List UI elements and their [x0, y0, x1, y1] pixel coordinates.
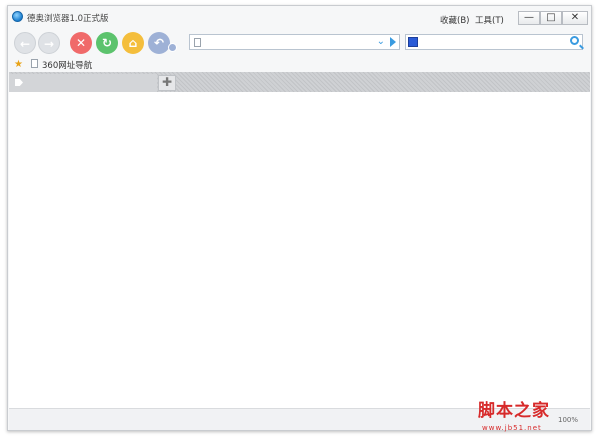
stop-button[interactable]: ✕	[70, 32, 92, 54]
home-button[interactable]: ⌂	[122, 32, 144, 54]
menu-favorites[interactable]: 收藏(B)	[440, 14, 469, 26]
close-button[interactable]: ✕	[562, 11, 588, 25]
zoom-level[interactable]: 100%	[558, 416, 578, 424]
refresh-button[interactable]: ↻	[96, 32, 118, 54]
tab-page-icon	[15, 79, 23, 86]
browser-logo-icon	[12, 11, 23, 22]
tab-blank[interactable]	[9, 74, 157, 92]
new-tab-button[interactable]: ✚	[158, 75, 176, 91]
forward-button[interactable]: →	[38, 32, 60, 54]
favorites-star-icon[interactable]: ★	[14, 59, 23, 70]
minimize-button[interactable]: —	[518, 11, 540, 25]
search-engine-icon[interactable]	[408, 37, 418, 47]
maximize-button[interactable]: □	[540, 11, 562, 25]
menu-tools[interactable]: 工具(T)	[475, 14, 504, 26]
undo-dropdown-icon[interactable]	[168, 43, 177, 52]
window-title: 德奥浏览器1.0正式版	[27, 14, 109, 24]
page-icon	[194, 38, 201, 47]
site-watermark: 脚本之家	[478, 401, 550, 421]
search-box[interactable]	[405, 34, 583, 50]
go-arrow-icon[interactable]	[390, 37, 396, 47]
browser-window: 德奥浏览器1.0正式版 收藏(B) 工具(T) — □ ✕ ← → ✕ ↻ ⌂ …	[7, 5, 592, 431]
page-content[interactable]	[9, 92, 590, 408]
chevron-down-icon[interactable]: ⌄	[377, 36, 385, 47]
title-bar: 德奥浏览器1.0正式版 收藏(B) 工具(T) — □ ✕	[8, 6, 591, 28]
undo-close-button[interactable]: ↶	[148, 32, 170, 54]
favorite-label: 360网址导航	[42, 61, 93, 71]
search-icon[interactable]	[570, 36, 579, 45]
back-button[interactable]: ←	[14, 32, 36, 54]
page-icon	[31, 59, 38, 68]
site-watermark-url: www.jb51.net	[482, 424, 542, 432]
address-bar[interactable]: ⌄	[189, 34, 400, 50]
tab-strip: ✚	[9, 72, 590, 92]
